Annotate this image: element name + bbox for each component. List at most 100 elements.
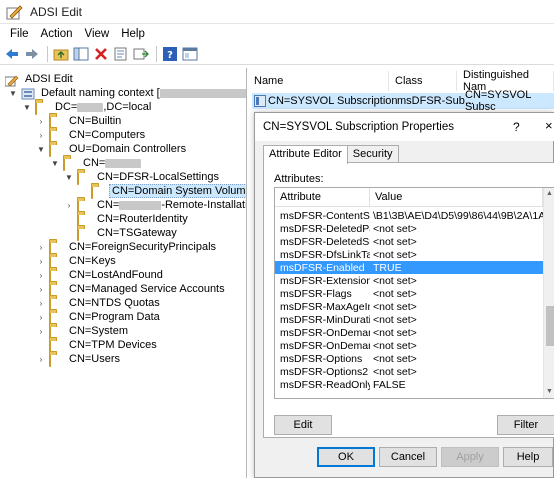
attribute-row[interactable]: msDFSR-Options2 <not set> [275,365,543,378]
delete-icon[interactable] [92,45,110,63]
chevron-right-icon[interactable]: › [36,355,46,364]
tree-item-lostandfound[interactable]: › CN=LostAndFound [36,268,165,283]
folder-icon [35,100,37,115]
tree-item-dc[interactable]: ▼ DC= ,DC=local [22,100,153,115]
chevron-right-icon[interactable]: › [36,285,46,294]
dialog-tabs: Attribute Editor Security [263,145,399,164]
tree-item-default-naming-context[interactable]: ▼ Default naming context [ [8,86,246,100]
object-icon [254,95,266,107]
back-icon[interactable] [3,45,21,63]
tree-item-dc-computer[interactable]: ▼ CN= [50,156,143,171]
tree-root[interactable]: ADSI Edit [2,72,75,86]
column-header-dn[interactable]: Distinguished Nam [457,69,554,93]
console-icon[interactable] [181,45,199,63]
chevron-down-icon[interactable]: ▼ [50,159,60,168]
up-folder-icon[interactable] [52,45,70,63]
tree-item-msa[interactable]: › CN=Managed Service Accounts [36,282,227,297]
tree-pane: ADSI Edit ▼ Default naming context [ ▼ D… [0,68,247,478]
help-icon[interactable]: ? [161,45,179,63]
filter-button[interactable]: Filter [497,415,554,435]
cancel-button[interactable]: Cancel [379,447,437,467]
folder-icon [91,184,93,199]
tree-item-fsp[interactable]: › CN=ForeignSecurityPrincipals [36,240,218,255]
tree-item-system[interactable]: › CN=System [36,324,130,339]
redacted-text [77,102,104,112]
menu-help[interactable]: Help [115,28,151,40]
edit-button[interactable]: Edit [274,415,332,435]
menu-action[interactable]: Action [35,28,79,40]
scrollbar-thumb[interactable] [546,306,554,346]
list-item-name: CN=SYSVOL Subscription [268,95,398,107]
redacted-text [159,88,246,98]
chevron-right-icon[interactable]: › [36,131,46,140]
dialog-close-button[interactable]: × [545,118,553,133]
attribute-row[interactable]: msDFSR-DeletedSize...<not set> [275,235,543,248]
attribute-row[interactable]: msDFSR-MinDuration...<not set> [275,313,543,326]
tab-security[interactable]: Security [346,145,399,163]
tree-item-domain-system-volume[interactable]: CN=Domain System Volume [78,184,246,199]
column-header-attribute[interactable]: Attribute [275,188,370,207]
scroll-up-icon[interactable]: ▲ [546,190,553,197]
attribute-row[interactable]: msDFSR-DeletedPath<not set> [275,222,543,235]
tree-item-computers[interactable]: › CN=Computers [36,128,147,143]
folder-icon [77,226,79,241]
attribute-row[interactable]: msDFSR-Options <not set> [275,352,543,365]
chevron-right-icon[interactable]: › [36,271,46,280]
apply-button[interactable]: Apply [441,447,499,467]
attribute-row-selected[interactable]: msDFSR-Enabled TRUE [275,261,543,274]
tree-item-keys[interactable]: › CN=Keys [36,254,118,269]
chevron-down-icon[interactable]: ▼ [64,173,74,182]
tree-item-tsgateway[interactable]: CN=TSGateway [64,226,179,241]
chevron-right-icon[interactable]: › [36,257,46,266]
attribute-row[interactable]: msDFSR-MaxAgeInC...<not set> [275,300,543,313]
chevron-down-icon[interactable]: ▼ [8,89,18,98]
tree-item-program-data[interactable]: › CN=Program Data [36,310,162,325]
tree-item-tpm-devices[interactable]: CN=TPM Devices [36,338,159,353]
tree-item-dfsr-localsettings[interactable]: ▼ CN=DFSR-LocalSettings [64,170,221,185]
chevron-right-icon[interactable]: › [64,201,74,210]
export-list-icon[interactable] [132,45,150,63]
attribute-row[interactable]: msDFSR-OnDemand...<not set> [275,326,543,339]
menu-view[interactable]: View [79,28,116,40]
chevron-right-icon[interactable]: › [36,243,46,252]
tree-item-ntds-quotas[interactable]: › CN=NTDS Quotas [36,296,162,311]
menu-bar: File Action View Help [0,25,554,42]
attribute-row[interactable]: msDFSR-Flags <not set> [275,287,543,300]
window-title: ADSI Edit [30,4,83,19]
tree-item-routeridentity[interactable]: CN=RouterIdentity [64,212,190,227]
attribute-row[interactable]: msDFSR-Extension <not set> [275,274,543,287]
column-header-name[interactable]: Name [248,71,389,91]
attribute-row[interactable]: msDFSR-ContentSet...\B1\3B\AE\D4\D5\99\8… [275,209,545,222]
chevron-right-icon[interactable]: › [36,313,46,322]
folder-icon [63,156,65,171]
chevron-right-icon[interactable]: › [36,117,46,126]
help-button[interactable]: Help [503,447,553,467]
attributes-scrollbar[interactable]: ▲ ▼ [543,188,554,398]
dialog-help-button[interactable]: ? [513,120,520,134]
tree-item-builtin[interactable]: › CN=Builtin [36,114,123,129]
chevron-right-icon[interactable]: › [36,327,46,336]
attribute-row[interactable]: msDFSR-OnDemand...<not set> [275,339,543,352]
svg-text:?: ? [167,50,173,61]
toolbar-separator [156,45,157,62]
properties-icon[interactable] [112,45,130,63]
tab-attribute-editor[interactable]: Attribute Editor [263,145,348,164]
column-header-value[interactable]: Value [370,188,543,207]
adsi-edit-icon [4,74,19,86]
menu-file[interactable]: File [4,28,35,40]
list-item[interactable]: CN=SYSVOL Subscription msDFSR-Sub... CN=… [252,89,554,113]
tree-item-remote-installation[interactable]: › CN= -Remote-Installatio [64,198,246,213]
column-header-class[interactable]: Class [389,71,457,91]
tree-item-domain-controllers[interactable]: ▼ OU=Domain Controllers [36,142,188,157]
attribute-row[interactable]: msDFSR-ReadOnly FALSE [275,378,543,391]
chevron-down-icon[interactable]: ▼ [22,103,32,112]
forward-icon[interactable] [23,45,41,63]
chevron-down-icon[interactable]: ▼ [36,145,46,154]
scroll-down-icon[interactable]: ▼ [546,388,553,395]
ok-button[interactable]: OK [317,447,375,467]
title-bar: ADSI Edit [0,0,554,24]
show-tree-icon[interactable] [72,45,90,63]
attribute-row[interactable]: msDFSR-DfsLinkTarget<not set> [275,248,543,261]
tree-item-users[interactable]: › CN=Users [36,352,122,367]
chevron-right-icon[interactable]: › [36,299,46,308]
